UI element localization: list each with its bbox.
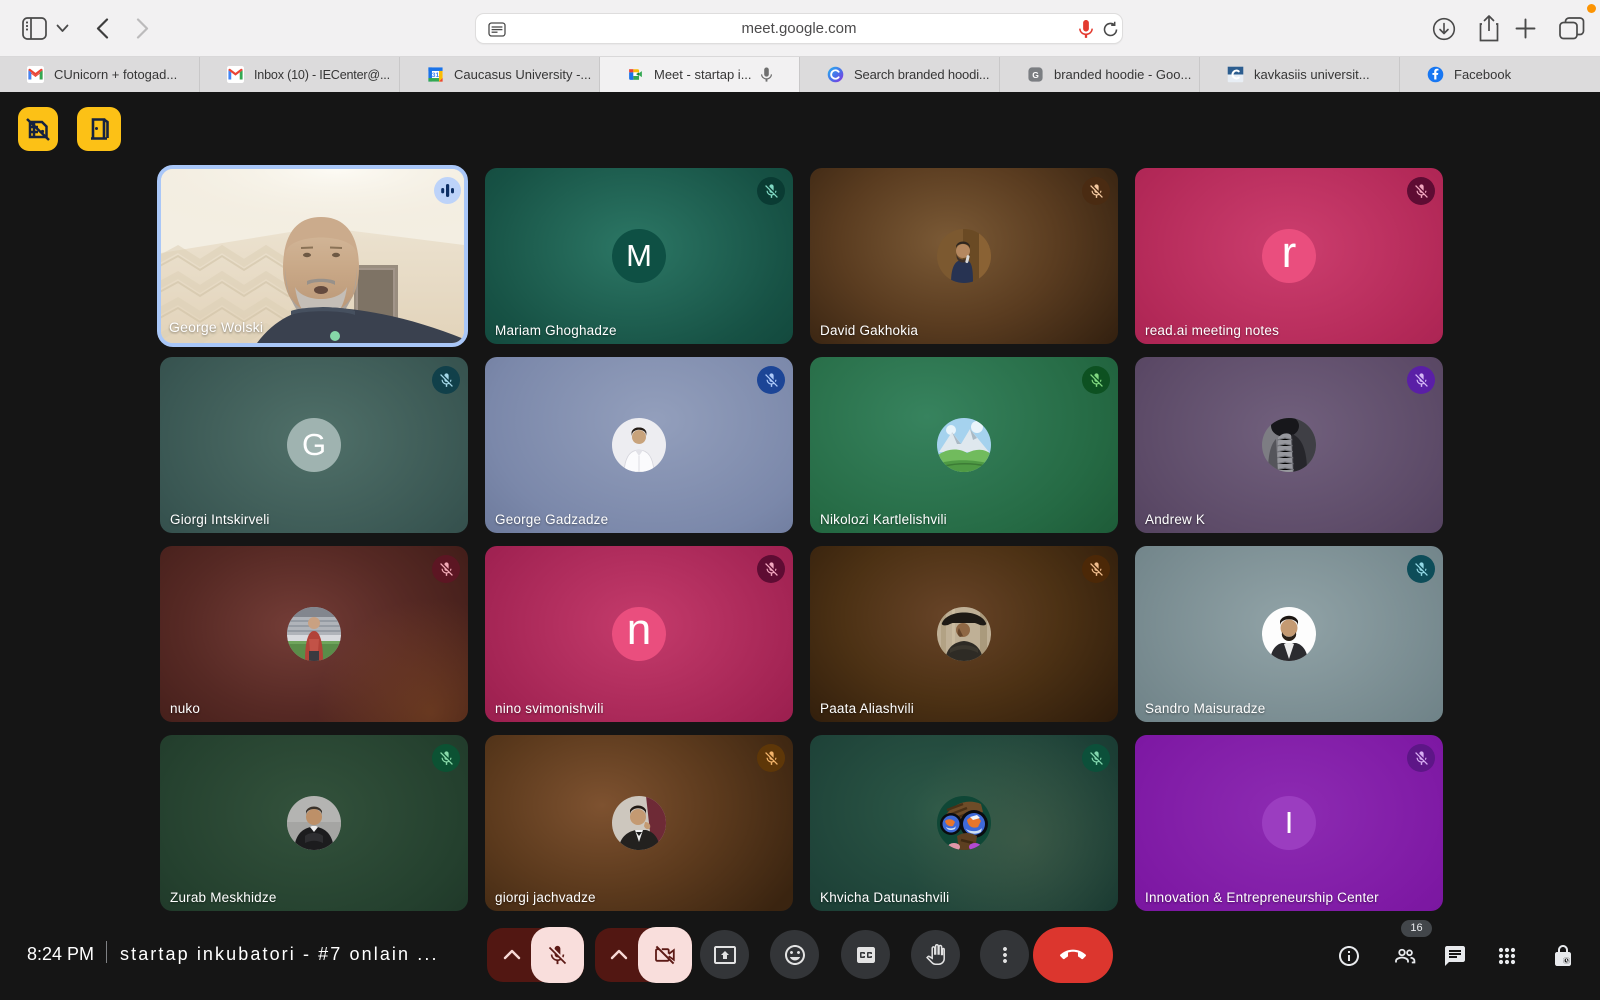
svg-text:G: G	[1032, 70, 1039, 80]
svg-text:31: 31	[432, 72, 440, 79]
